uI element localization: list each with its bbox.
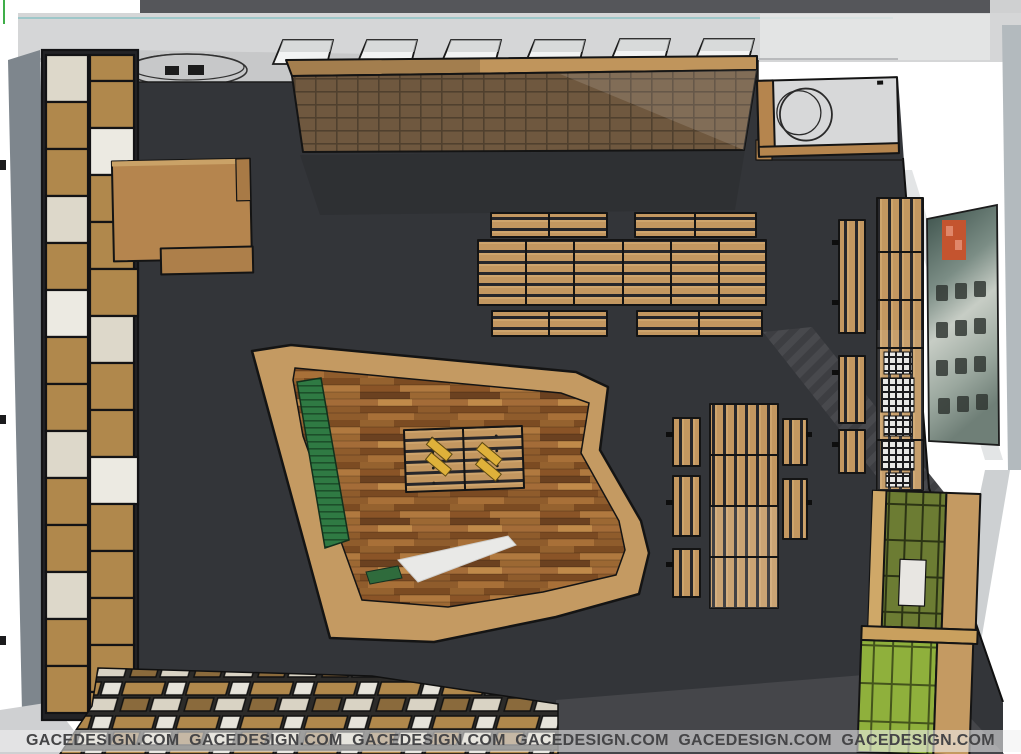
watermark-text: GACEDESIGN.COM xyxy=(26,732,180,750)
canopy-floor-shadow xyxy=(300,150,745,215)
slatted-canopy xyxy=(286,56,772,160)
left-cube-shelf-wall xyxy=(42,50,138,720)
green-locker-cabinet xyxy=(857,490,982,754)
service-box xyxy=(757,77,899,157)
render-canvas: GACEDESIGN.COM GACEDESIGN.COM GACEDESIGN… xyxy=(0,0,1021,754)
top-dark-strip xyxy=(140,0,990,13)
watermark-text: GACEDESIGN.COM xyxy=(515,732,669,750)
poster-seal xyxy=(942,220,966,260)
watermark-text: GACEDESIGN.COM xyxy=(841,732,995,750)
top-wall-band-bright xyxy=(760,14,990,60)
display-panel-books xyxy=(877,198,923,490)
wall-tick-2 xyxy=(0,415,6,424)
green-axis-line xyxy=(3,0,5,24)
wall-tick-3 xyxy=(0,636,6,645)
watermark-text: GACEDESIGN.COM xyxy=(678,732,832,750)
watermark-text: GACEDESIGN.COM xyxy=(189,732,343,750)
platform-table xyxy=(404,426,524,492)
watermark-bar: GACEDESIGN.COM GACEDESIGN.COM GACEDESIGN… xyxy=(0,730,1021,752)
wall-tick-1 xyxy=(0,160,6,170)
wall-poster xyxy=(927,205,999,445)
reception-desk xyxy=(112,159,253,276)
interior-render xyxy=(0,0,1021,754)
top-dark-strip-right xyxy=(990,0,1021,13)
watermark-text: GACEDESIGN.COM xyxy=(352,732,506,750)
